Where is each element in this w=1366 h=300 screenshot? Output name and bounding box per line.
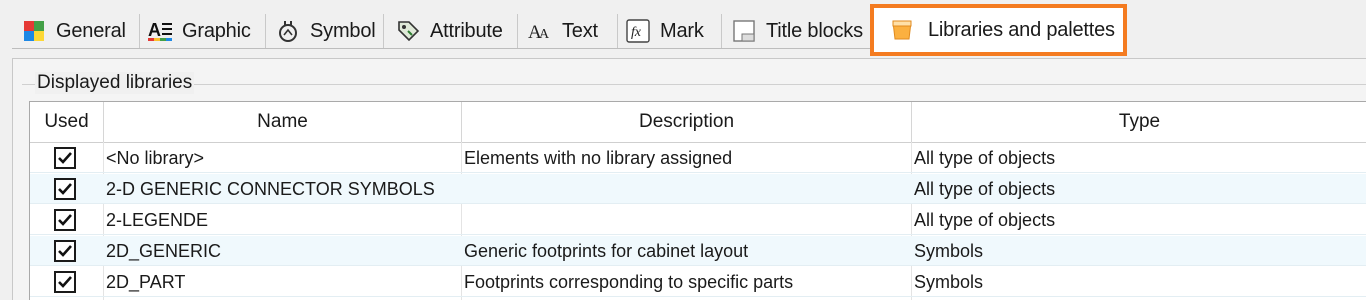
tab-label: Title blocks xyxy=(766,19,863,42)
used-checkbox[interactable] xyxy=(54,240,76,262)
tab-attribute[interactable]: Attribute xyxy=(396,14,518,48)
attribute-icon xyxy=(396,19,420,43)
checkmark-icon xyxy=(58,183,72,195)
description-cell: Generic footprints for cabinet layout xyxy=(464,240,749,261)
tab-label: Symbol xyxy=(310,19,376,42)
svg-text:A: A xyxy=(539,27,550,42)
tab-general[interactable]: General xyxy=(22,14,140,48)
used-cell xyxy=(30,236,104,266)
name-cell: <No library> xyxy=(106,147,205,168)
name-cell: 2-D GENERIC CONNECTOR SYMBOLS xyxy=(106,178,435,199)
checkmark-icon xyxy=(58,245,72,257)
tab-label: Attribute xyxy=(430,19,503,42)
general-icon xyxy=(22,19,46,43)
used-checkbox[interactable] xyxy=(54,147,76,169)
tab-label: Text xyxy=(562,19,598,42)
description-cell xyxy=(464,205,910,235)
mark-icon: fx xyxy=(626,19,650,43)
tab-strip-baseline xyxy=(12,48,872,49)
type-cell: Symbols xyxy=(914,271,984,292)
graphic-icon: A xyxy=(148,19,172,43)
name-cell: 2D_PART xyxy=(106,271,186,292)
text-icon: A A xyxy=(528,19,552,43)
column-header-description[interactable]: Description xyxy=(462,102,912,142)
checkmark-icon xyxy=(58,152,72,164)
used-checkbox[interactable] xyxy=(54,271,76,293)
used-cell xyxy=(30,143,104,173)
checkmark-icon xyxy=(58,276,72,288)
tab-label: Mark xyxy=(660,19,704,42)
column-header-type[interactable]: Type xyxy=(912,102,1366,142)
used-checkbox[interactable] xyxy=(54,209,76,231)
grid-header: Used Name Description Type xyxy=(30,102,1366,143)
name-cell: 2-LEGENDE xyxy=(106,209,209,230)
column-header-used[interactable]: Used xyxy=(30,102,104,142)
options-dialog: General A Graphic Symbol Attribute A A T… xyxy=(0,0,1366,300)
tab-text[interactable]: A A Text xyxy=(528,14,618,48)
svg-text:A: A xyxy=(148,20,161,40)
type-cell: All type of objects xyxy=(914,178,1056,199)
table-row[interactable]: 2-D GENERIC CONNECTOR SYMBOLS All type of… xyxy=(30,174,1366,204)
description-cell xyxy=(464,174,910,204)
svg-text:fx: fx xyxy=(631,25,642,40)
type-cell: Symbols xyxy=(914,240,984,261)
tab-label: Libraries and palettes xyxy=(928,18,1115,41)
description-cell: Elements with no library assigned xyxy=(464,147,733,168)
table-row[interactable]: 2-LEGENDE All type of objects xyxy=(30,205,1366,235)
used-checkbox[interactable] xyxy=(54,178,76,200)
description-cell: Footprints corresponding to specific par… xyxy=(464,271,794,292)
name-cell: 2D_GENERIC xyxy=(106,240,222,261)
used-cell xyxy=(30,205,104,235)
used-cell xyxy=(30,267,104,297)
tab-title-blocks[interactable]: Title blocks xyxy=(732,14,874,48)
tab-mark[interactable]: fx Mark xyxy=(626,14,722,48)
symbol-icon xyxy=(276,19,300,43)
used-cell xyxy=(30,174,104,204)
group-title: Displayed libraries xyxy=(35,72,195,94)
tab-strip: General A Graphic Symbol Attribute A A T… xyxy=(0,0,1366,56)
tab-label: Graphic xyxy=(182,19,251,42)
title-blocks-icon xyxy=(732,19,756,43)
type-cell: All type of objects xyxy=(914,209,1056,230)
group-divider xyxy=(22,84,1366,85)
tab-libraries-and-palettes[interactable]: Libraries and palettes xyxy=(870,4,1127,56)
tab-graphic[interactable]: A Graphic xyxy=(148,14,266,48)
table-row[interactable]: <No library> Elements with no library ass… xyxy=(30,143,1366,173)
libraries-icon xyxy=(890,18,914,42)
type-cell: All type of objects xyxy=(914,147,1056,168)
tab-symbol[interactable]: Symbol xyxy=(276,14,384,48)
table-row[interactable]: 2D_GENERIC Generic footprints for cabinet… xyxy=(30,236,1366,266)
checkmark-icon xyxy=(58,214,72,226)
column-header-name[interactable]: Name xyxy=(104,102,462,142)
libraries-grid[interactable]: Used Name Description Type <No library> E… xyxy=(29,101,1366,300)
table-row[interactable]: 2D_PART Footprints corresponding to speci… xyxy=(30,267,1366,297)
tab-label: General xyxy=(56,19,126,42)
